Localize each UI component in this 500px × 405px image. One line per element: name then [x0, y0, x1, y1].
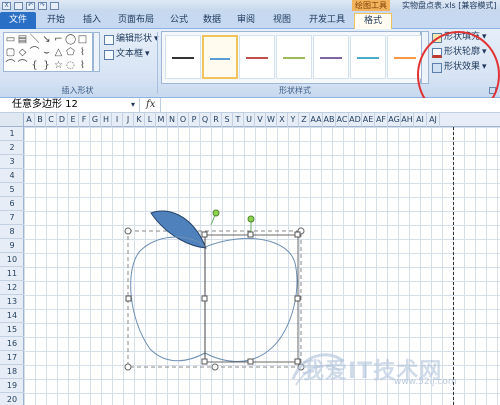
shape-option[interactable]: { [29, 60, 40, 71]
shape-option[interactable]: ↘ [41, 34, 52, 45]
shape-option[interactable]: ▤ [17, 34, 28, 45]
tab-review[interactable]: 审阅 [230, 13, 262, 29]
style-preview-line [210, 58, 230, 60]
textbox-icon [104, 49, 114, 60]
resize-handle[interactable] [124, 227, 132, 235]
print-preview-icon[interactable] [50, 1, 59, 10]
shape-option[interactable]: ⌇ [77, 60, 88, 71]
shapes-gallery-scrollbar[interactable] [93, 32, 100, 72]
shape-option[interactable]: } [41, 60, 52, 71]
ribbon-tab-bar: 文件 开始 插入 页面布局 公式 数据 审阅 视图 开发工具 格式 [0, 11, 500, 29]
shape-option[interactable]: ◌ [65, 60, 76, 71]
document-title: 实物盘点表.xls [兼容模式] [402, 1, 497, 10]
chevron-down-icon[interactable]: ▾ [131, 98, 135, 112]
shape-option[interactable]: ▢ [5, 47, 16, 58]
tab-data[interactable]: 数据 [196, 13, 228, 29]
style-preview-line [246, 57, 268, 59]
shape-option[interactable]: ⌒ [29, 47, 40, 58]
textbox-label: 文本框 [116, 49, 144, 59]
shape-style-option[interactable] [165, 35, 201, 79]
shape-style-option[interactable] [276, 35, 312, 79]
apple-leaf[interactable] [150, 210, 207, 249]
shape-option[interactable]: △ [53, 47, 64, 58]
formula-input[interactable] [160, 98, 500, 112]
drawing-tools-context-label: 绘图工具 [352, 0, 390, 11]
tab-home[interactable]: 开始 [38, 13, 74, 29]
resize-handle[interactable] [124, 363, 132, 371]
chevron-down-icon: ▾ [145, 49, 150, 59]
site-watermark: 我爱IT技术网 www.52ij.com [291, 353, 457, 387]
resize-handle[interactable] [294, 231, 301, 238]
tab-file[interactable]: 文件 [0, 12, 36, 29]
group-selection-box [127, 230, 302, 368]
shape-style-option[interactable] [239, 35, 275, 79]
tab-page-layout[interactable]: 页面布局 [110, 13, 162, 29]
style-preview-line [394, 57, 416, 59]
resize-handle[interactable] [201, 358, 208, 365]
apple-outline[interactable] [130, 236, 298, 362]
tab-view[interactable]: 视图 [264, 13, 300, 29]
ribbon: ▭ ▤ ＼ ↘ ⌐ ◯ □ ▢ ◇ ⌒ ⌣ △ ⬠ ⌇ ⌒ ⌒ { } ☆ ◌ … [0, 29, 500, 119]
fx-icon[interactable]: fx [146, 98, 155, 112]
insert-shapes-group-label: 插入形状 [61, 86, 94, 95]
shape-style-option[interactable] [313, 35, 349, 79]
shape-selection-frame [204, 234, 299, 363]
shape-option[interactable]: ◇ [17, 47, 28, 58]
formula-bar: 任意多边形 12 ▾ fx [0, 98, 500, 113]
excel-logo-icon: X [2, 1, 11, 10]
style-preview-line [172, 57, 194, 59]
watermark-swirl-icon [291, 353, 344, 386]
shape-style-option[interactable] [350, 35, 386, 79]
shapes-gallery[interactable]: ▭ ▤ ＼ ↘ ⌐ ◯ □ ▢ ◇ ⌒ ⌣ △ ⬠ ⌇ ⌒ ⌒ { } ☆ ◌ … [3, 32, 93, 72]
resize-handle[interactable] [247, 231, 254, 238]
shape-option[interactable]: ◯ [65, 34, 76, 45]
rotation-handle[interactable] [247, 215, 255, 223]
shape-style-option[interactable] [202, 35, 238, 79]
resize-handle[interactable] [294, 295, 301, 302]
shape-option[interactable]: ⌇ [77, 47, 88, 58]
style-preview-line [320, 57, 342, 59]
resize-handle[interactable] [125, 295, 132, 302]
edit-shape-icon [104, 34, 114, 45]
tab-formulas[interactable]: 公式 [164, 13, 194, 29]
resize-handle[interactable] [211, 363, 219, 371]
shape-option[interactable]: ⌒ [17, 60, 28, 71]
group-separator [157, 32, 158, 94]
watermark-url: www.52ij.com [394, 377, 457, 387]
undo-icon[interactable]: ↶ [26, 1, 35, 10]
quick-access-toolbar: X ↶ ↷ [2, 0, 59, 11]
shape-styles-group-label: 形状样式 [279, 86, 311, 95]
resize-handle[interactable] [201, 231, 208, 238]
tab-developer[interactable]: 开发工具 [302, 13, 352, 29]
edit-shape-button[interactable]: 编辑形状 ▾ [104, 33, 159, 46]
shape-option[interactable]: ▭ [5, 34, 16, 45]
edit-shape-label: 编辑形状 [116, 34, 153, 44]
name-box[interactable]: 任意多边形 12 [0, 98, 140, 112]
shape-option[interactable]: ⌒ [5, 60, 16, 71]
tab-insert[interactable]: 插入 [76, 13, 108, 29]
textbox-button[interactable]: 文本框 ▾ [104, 48, 150, 61]
shape-styles-gallery[interactable] [161, 31, 423, 84]
redo-icon[interactable]: ↷ [38, 1, 47, 10]
save-icon[interactable] [14, 1, 23, 10]
style-preview-line [283, 57, 305, 59]
shape-option[interactable]: ⌐ [53, 34, 64, 45]
rotation-handle-stem [210, 214, 216, 226]
rotation-handle[interactable] [212, 209, 220, 217]
style-preview-line [357, 57, 379, 59]
shape-option[interactable]: ⌣ [41, 47, 52, 58]
resize-handle[interactable] [247, 358, 254, 365]
shape-option[interactable]: ☆ [53, 60, 64, 71]
resize-handle[interactable] [201, 295, 208, 302]
shape-option[interactable]: ＼ [29, 34, 40, 45]
shape-option[interactable]: □ [77, 34, 88, 45]
shape-option[interactable]: ⬠ [65, 47, 76, 58]
tab-format[interactable]: 格式 [354, 13, 392, 29]
title-bar: X ↶ ↷ 绘图工具 实物盘点表.xls [兼容模式] [0, 0, 500, 11]
